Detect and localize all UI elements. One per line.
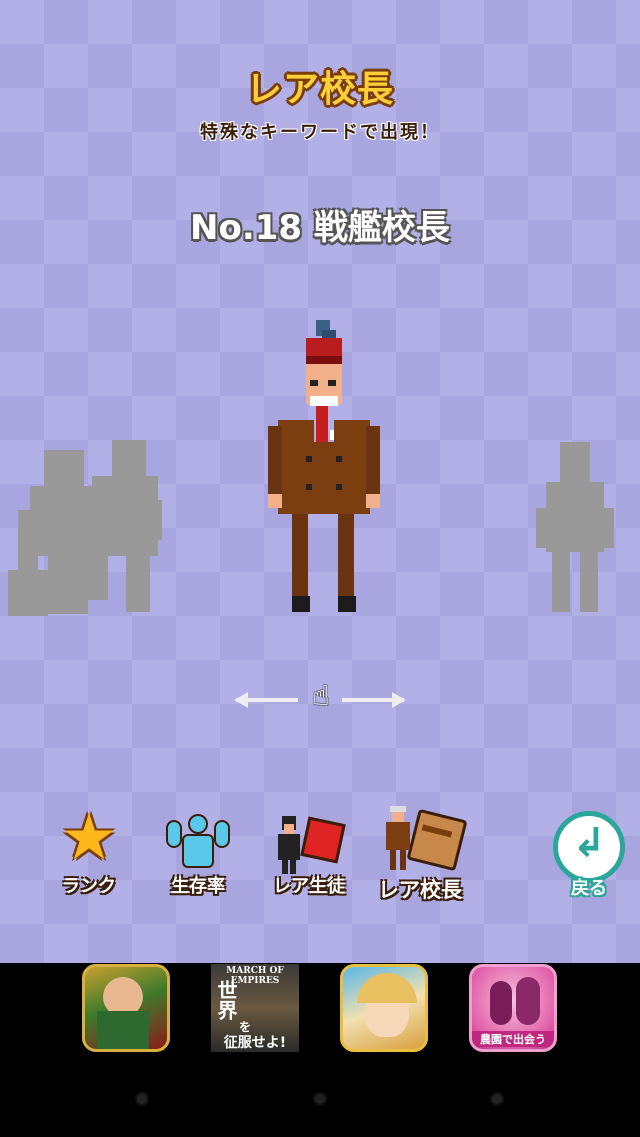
ad-app-icon-4[interactable]: 農園で出会う [469, 964, 557, 1052]
ad-2-line3: 征服せよ! [223, 1035, 287, 1051]
game-screen: レア校長 特殊なキーワードで出現！ No.18 戦艦校長 ☝ ★ ランク 生存率… [0, 0, 640, 963]
strong-person-icon [166, 814, 230, 870]
rare-student-icon [276, 812, 346, 874]
nav-recent-dot[interactable] [490, 1092, 504, 1106]
rare-principal-button[interactable]: レア校長 [370, 806, 470, 906]
rank-label: ランク [62, 876, 116, 897]
rare-student-button[interactable]: レア生徒 [266, 812, 352, 898]
survival-rate-button[interactable]: 生存率 [156, 812, 240, 898]
character-name: No.18 戦艦校長 [190, 208, 450, 248]
rank-button[interactable]: ★ ランク [48, 806, 130, 898]
back-button[interactable]: ↲ [553, 811, 625, 883]
pointing-hand-icon: ☝ [312, 679, 330, 712]
nav-back-dot[interactable] [135, 1092, 149, 1106]
nav-home-dot[interactable] [313, 1092, 327, 1106]
arrow-right-icon[interactable] [342, 692, 406, 708]
arrow-left-icon[interactable] [234, 692, 298, 708]
rare-student-label: レア生徒 [273, 876, 345, 897]
battleship-principal-character [266, 320, 382, 616]
star-icon: ★ [60, 801, 118, 875]
return-arrow-icon: ↲ [572, 820, 606, 866]
previous-character-silhouette[interactable] [8, 440, 164, 616]
ad-app-icon-2[interactable]: MARCH OF EMPIRES 世界 を 征服せよ! [211, 964, 299, 1052]
rare-principal-icon [380, 806, 468, 876]
page-title: レア校長 [245, 69, 394, 110]
ad-2-line1: 世界 [214, 980, 238, 1020]
swipe-hint: ☝ [230, 676, 410, 716]
ad-4-label: 農園で出会う [472, 1031, 554, 1047]
back-label: 戻る [571, 878, 607, 899]
ad-app-icon-1[interactable] [82, 964, 170, 1052]
rare-principal-label: レア校長 [378, 878, 462, 902]
ad-app-icon-3[interactable] [340, 964, 428, 1052]
survival-rate-label: 生存率 [171, 876, 225, 897]
page-subtitle: 特殊なキーワードで出現！ [200, 122, 440, 143]
next-character-silhouette[interactable] [536, 442, 614, 614]
